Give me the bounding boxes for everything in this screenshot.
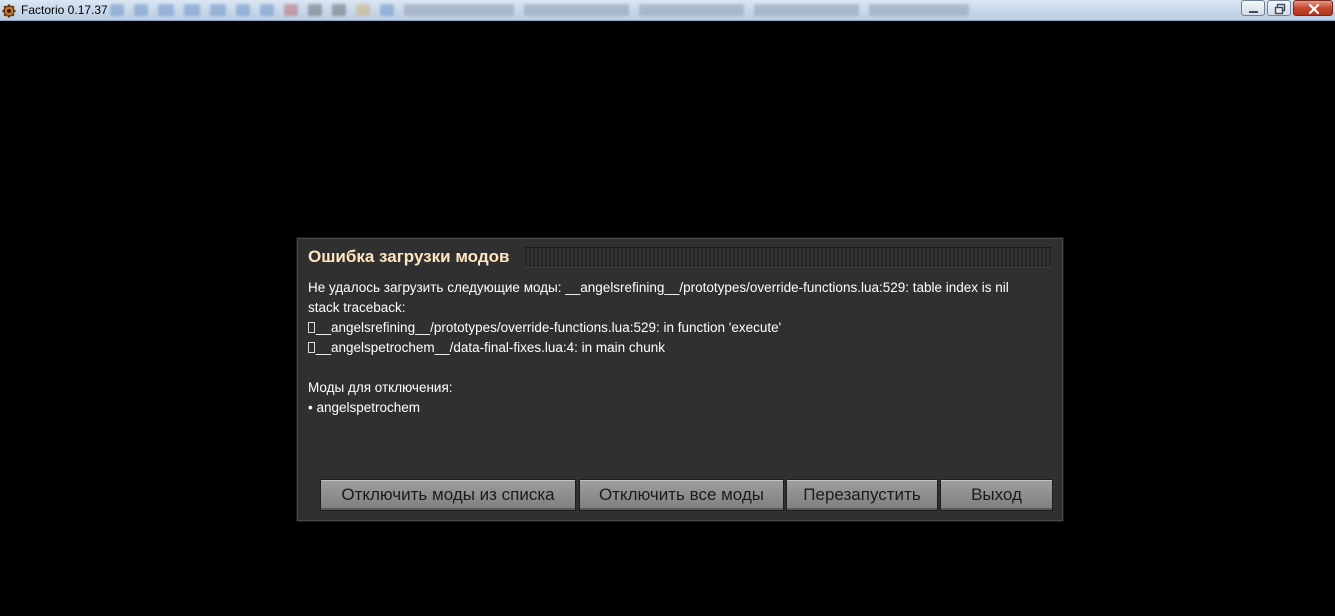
dialog-title: Ошибка загрузки модов: [308, 247, 510, 266]
disable-mod-item: • angelspetrochem: [308, 400, 421, 415]
traceback-header: stack traceback:: [308, 300, 406, 315]
factorio-gear-icon: [2, 3, 16, 18]
missing-glyph-icon: [308, 342, 315, 353]
window-titlebar[interactable]: Factorio 0.17.37: [0, 0, 1335, 21]
window-title: Factorio 0.17.37: [21, 3, 108, 17]
dialog-header[interactable]: Ошибка загрузки модов: [297, 238, 1063, 276]
restore-icon: [1274, 3, 1286, 15]
close-button[interactable]: [1293, 0, 1333, 16]
restore-button[interactable]: [1267, 0, 1291, 16]
disable-all-mods-button[interactable]: Отключить все моды: [579, 479, 784, 511]
drag-handle[interactable]: [525, 247, 1052, 268]
minimize-button[interactable]: [1241, 0, 1265, 16]
blurred-taskbar-background: [110, 2, 1245, 18]
minimize-icon: [1249, 11, 1258, 13]
traceback-line: __angelsrefining__/prototypes/override-f…: [308, 318, 1053, 338]
restart-button[interactable]: Перезапустить: [786, 479, 938, 511]
disable-mods-header: Моды для отключения:: [308, 380, 453, 395]
error-line: Не удалось загрузить следующие моды: __a…: [308, 280, 1009, 295]
traceback-line: __angelspetrochem__/data-final-fixes.lua…: [308, 338, 1053, 358]
error-message: Не удалось загрузить следующие моды: __a…: [308, 278, 1053, 418]
window-controls: [1241, 0, 1333, 18]
missing-glyph-icon: [308, 322, 315, 333]
disable-listed-mods-button[interactable]: Отключить моды из списка: [320, 479, 576, 511]
exit-button[interactable]: Выход: [940, 479, 1053, 511]
close-icon: [1308, 3, 1320, 15]
mod-load-error-dialog: Ошибка загрузки модов Не удалось загрузи…: [296, 237, 1064, 522]
